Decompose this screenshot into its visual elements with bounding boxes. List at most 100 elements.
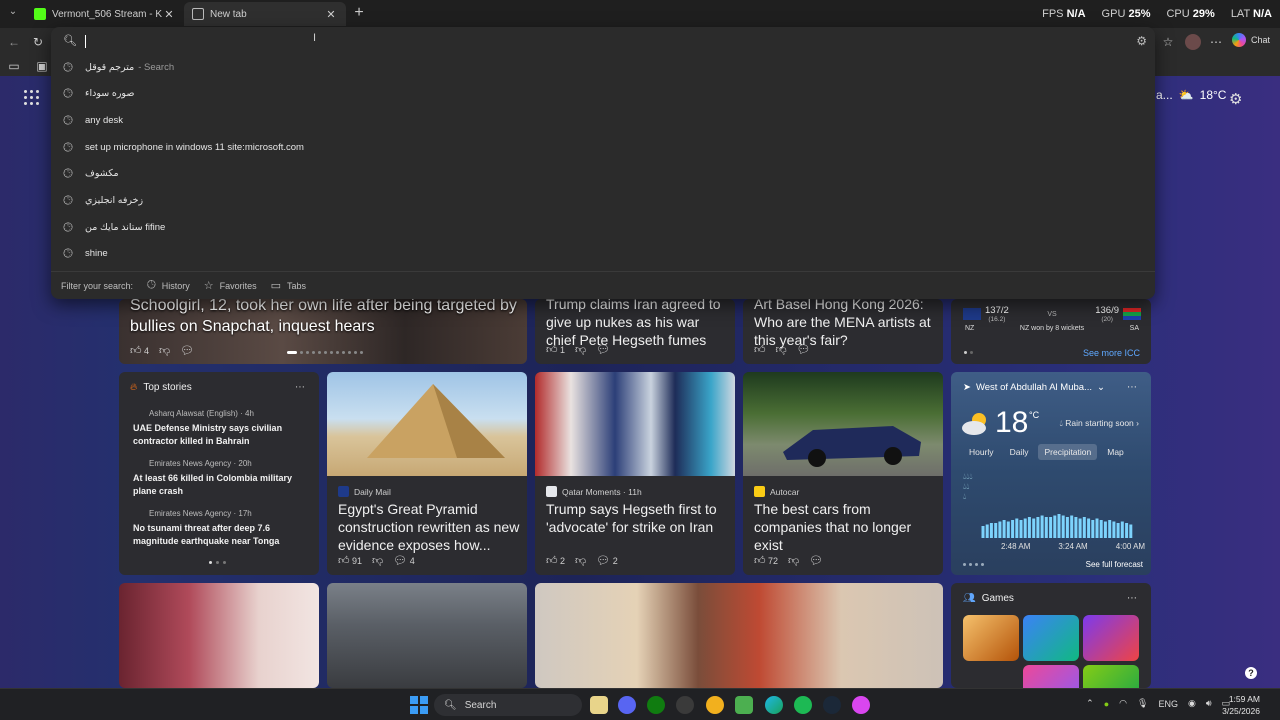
news-card-cars[interactable]: Autocar The best cars from companies tha…: [743, 372, 943, 575]
rain-note[interactable]: 💧︎ Rain starting soon ›: [1059, 418, 1139, 429]
suggestion-item[interactable]: 🕒︎ set up microphone in windows 11 site:…: [51, 134, 1155, 160]
thumbs-down-icon[interactable]: 👎︎: [372, 554, 383, 567]
game-tile[interactable]: [1023, 665, 1079, 688]
microphone-icon[interactable]: 🎙︎: [1137, 698, 1148, 709]
suggestion-item[interactable]: 🕒︎ مترجم قوقل - Search: [51, 54, 1155, 80]
suggestion-item[interactable]: 🕒︎ زخرفه انجليزي: [51, 187, 1155, 213]
input-language[interactable]: ENG: [1158, 699, 1178, 709]
close-tab-icon[interactable]: ✕: [162, 8, 176, 21]
tab-kick-stream[interactable]: Vermont_506 Stream - Kick Dashbo ✕: [26, 2, 184, 26]
more-menu-icon[interactable]: ⋯: [1208, 34, 1224, 50]
comment-icon[interactable]: 💬︎: [797, 343, 811, 356]
new-tab-plus-icon[interactable]: +: [350, 4, 368, 22]
file-explorer-icon[interactable]: [590, 696, 608, 714]
game-tile[interactable]: [1023, 615, 1079, 661]
like-button[interactable]: 👍︎ 2: [546, 554, 565, 567]
tab-daily[interactable]: Daily: [1004, 444, 1035, 460]
carousel-dots[interactable]: [964, 351, 973, 354]
tab-hourly[interactable]: Hourly: [963, 444, 1000, 460]
game-tile[interactable]: [1083, 615, 1139, 661]
header-weather[interactable]: a... ⛅ 18°C: [1156, 88, 1226, 102]
weather-card[interactable]: ➤ West of Abdullah Al Muba... ⌄ ⋯ 18 °C …: [951, 372, 1151, 575]
cricket-score-card[interactable]: 137/2 (16.2) VS 136/9 (20) NZ NZ won by …: [951, 299, 1151, 364]
top-story-item[interactable]: Emirates News Agency · 17h No tsunami th…: [133, 509, 313, 548]
tray-app-icon[interactable]: ●: [1104, 699, 1109, 709]
search-settings-gear-icon[interactable]: ⚙: [1136, 34, 1147, 48]
steam-icon[interactable]: [823, 696, 841, 714]
game-tile[interactable]: [1083, 665, 1139, 688]
copilot-chat-button[interactable]: Chat: [1232, 33, 1270, 47]
obs-icon[interactable]: [852, 696, 870, 714]
thumbs-down-icon[interactable]: 👎︎: [788, 554, 799, 567]
carousel-dots[interactable]: [209, 561, 226, 564]
favorites-star-icon[interactable]: ☆: [1160, 34, 1176, 50]
tab-new-tab[interactable]: New tab ✕: [184, 2, 346, 26]
comment-icon[interactable]: 💬︎: [809, 554, 823, 567]
refresh-icon[interactable]: ↻: [30, 34, 46, 50]
chat-app-icon[interactable]: [706, 696, 724, 714]
profile-avatar-icon[interactable]: [1185, 34, 1201, 50]
help-icon[interactable]: ?: [1245, 667, 1257, 679]
tab-precipitation[interactable]: Precipitation: [1038, 444, 1098, 460]
speaker-icon[interactable]: 🔊︎: [1206, 698, 1212, 709]
comment-button[interactable]: 💬︎ 4: [393, 554, 415, 567]
suggestion-item[interactable]: 🕒︎ صوره سوداء: [51, 80, 1155, 106]
address-input[interactable]: [85, 32, 1085, 50]
see-more-icc-link[interactable]: See more ICC: [1083, 348, 1140, 358]
hero-story-card[interactable]: Schoolgirl, 12, took her own life after …: [119, 299, 527, 364]
comment-icon[interactable]: 💬︎: [180, 344, 194, 357]
suggestion-item[interactable]: 🕒︎ shine: [51, 240, 1155, 266]
top-story-item[interactable]: Asharq Alawsat (English) · 4h UAE Defens…: [133, 409, 313, 448]
like-button[interactable]: 👍︎ 1: [546, 343, 565, 356]
sidebar-toggle-icon[interactable]: ▭: [6, 58, 22, 74]
thumbs-up-icon[interactable]: 👍︎: [754, 343, 766, 356]
like-button[interactable]: 👍︎ 72: [754, 554, 778, 567]
comment-button[interactable]: 💬︎ 2: [596, 554, 618, 567]
tray-overflow-chevron-icon[interactable]: ⌃: [1086, 698, 1094, 709]
page-settings-gear-icon[interactable]: ⚙: [1229, 90, 1242, 108]
address-bar[interactable]: 🔍︎ I: [51, 27, 1155, 55]
network-icon[interactable]: ◠: [1119, 698, 1127, 709]
carousel-dots[interactable]: [963, 563, 984, 566]
comment-icon[interactable]: 💬︎: [596, 343, 610, 356]
minecraft-icon[interactable]: [735, 696, 753, 714]
spotify-icon[interactable]: [794, 696, 812, 714]
more-options-icon[interactable]: ⋯: [1127, 593, 1137, 604]
news-card-trump-iran[interactable]: Trump claims Iran agreed to give up nuke…: [535, 299, 735, 364]
tab-actions-chevron-icon[interactable]: ⌄: [4, 6, 22, 22]
clock[interactable]: 1:59 AM 3/25/2026: [1222, 693, 1260, 717]
discord-icon[interactable]: [618, 696, 636, 714]
news-card-pyramid[interactable]: Daily Mail Egypt's Great Pyramid constru…: [327, 372, 527, 575]
news-card-hegseth[interactable]: Qatar Moments · 11h Trump says Hegseth f…: [535, 372, 735, 575]
close-tab-icon[interactable]: ✕: [324, 8, 338, 21]
filter-tabs-button[interactable]: ▭ Tabs: [271, 279, 306, 292]
filter-favorites-button[interactable]: ☆ Favorites: [204, 279, 257, 292]
more-options-icon[interactable]: ⋯: [295, 382, 305, 393]
news-card-image-actor[interactable]: [119, 583, 319, 688]
thumbs-down-icon[interactable]: 👎︎: [575, 554, 586, 567]
news-card-image-wide[interactable]: [535, 583, 943, 688]
collections-icon[interactable]: ▣: [34, 58, 50, 74]
game-tile[interactable]: [963, 615, 1019, 661]
thumbs-down-icon[interactable]: 👎︎: [776, 343, 787, 356]
tab-map[interactable]: Map: [1101, 444, 1130, 460]
thumbs-down-icon[interactable]: 👎︎: [575, 343, 586, 356]
see-full-forecast-link[interactable]: See full forecast: [1086, 560, 1143, 569]
taskbar-search[interactable]: 🔍︎ Search: [434, 694, 582, 716]
filter-history-button[interactable]: 🕒︎ History: [147, 279, 190, 292]
xbox-icon[interactable]: [647, 696, 665, 714]
thumbs-down-icon[interactable]: 👎︎: [159, 344, 170, 357]
suggestion-item[interactable]: 🕒︎ ستاند مايك من fifine: [51, 214, 1155, 240]
github-icon[interactable]: [676, 696, 694, 714]
like-button[interactable]: 👍︎ 4: [130, 344, 149, 357]
like-button[interactable]: 👍︎ 91: [338, 554, 362, 567]
carousel-dots[interactable]: [287, 351, 363, 354]
edge-browser-icon[interactable]: [765, 696, 783, 714]
weather-location[interactable]: ➤ West of Abdullah Al Muba... ⌄: [963, 382, 1105, 393]
news-card-image-street[interactable]: [327, 583, 527, 688]
suggestion-item[interactable]: 🕒︎ any desk: [51, 107, 1155, 133]
windows-start-icon[interactable]: [410, 696, 428, 714]
app-launcher-grid-icon[interactable]: [24, 90, 40, 106]
suggestion-item[interactable]: 🕒︎ مكشوف: [51, 160, 1155, 186]
wifi-icon[interactable]: ◉: [1188, 698, 1196, 709]
